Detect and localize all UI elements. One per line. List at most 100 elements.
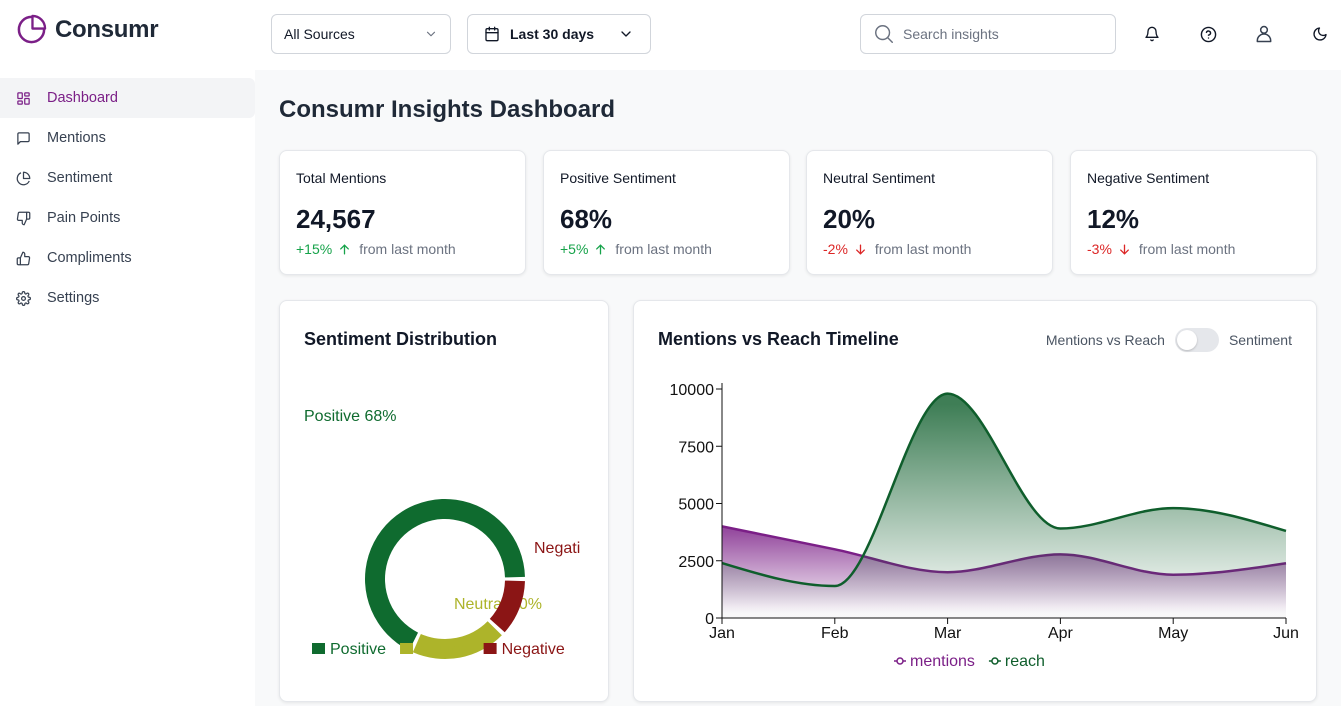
search-box[interactable] xyxy=(860,14,1116,54)
source-filter-value: All Sources xyxy=(284,26,355,42)
y-tick-label: 5000 xyxy=(678,497,714,514)
sidebar-item-label: Compliments xyxy=(47,250,132,266)
sidebar-item-dashboard[interactable]: Dashboard xyxy=(0,78,255,118)
legend-label: Positive xyxy=(330,641,386,658)
moon-icon xyxy=(1313,27,1327,41)
y-tick-label: 7500 xyxy=(678,439,714,456)
stat-value: 24,567 xyxy=(296,204,376,234)
stat-delta: -2% xyxy=(823,241,848,257)
app-name: Consumr xyxy=(55,15,159,43)
main-content: Consumr Insights Dashboard Total Mention… xyxy=(255,70,1341,706)
arrow-down-icon xyxy=(855,244,865,254)
y-tick-label: 2500 xyxy=(678,554,714,571)
notifications-button[interactable] xyxy=(1140,22,1164,46)
x-tick-label: Jan xyxy=(709,625,735,642)
legend-label: mentions xyxy=(910,653,975,670)
legend-swatch xyxy=(483,643,497,654)
arrow-down-icon xyxy=(1119,244,1129,254)
slice-label-positive: Positive 68% xyxy=(304,408,397,425)
mentions-reach-area-chart: 025005000750010000Jan Feb Mar Apr May Junment… xyxy=(670,382,1299,670)
arrow-up-icon xyxy=(596,244,606,254)
gear-icon xyxy=(16,290,31,306)
dashboard-icon xyxy=(17,91,30,105)
stat-change: +5% from last month xyxy=(560,241,712,257)
legend-label: reach xyxy=(1005,653,1045,670)
chevron-down-icon xyxy=(426,31,436,37)
bell-icon xyxy=(1145,26,1159,42)
calendar-icon xyxy=(485,26,499,42)
help-circle-icon xyxy=(1200,26,1216,42)
stat-note: from last month xyxy=(359,241,456,257)
legend-item-negative[interactable]: Negative xyxy=(483,641,565,658)
app-logo[interactable]: Consumr xyxy=(16,14,159,45)
stat-change: -3% from last month xyxy=(1087,241,1235,257)
sidebar-item-pain-points[interactable]: Pain Points xyxy=(0,198,255,238)
legend-item-positive[interactable]: Positive xyxy=(312,641,386,658)
legend-item-mentions[interactable]: mentions xyxy=(894,653,975,670)
sidebar-item-label: Pain Points xyxy=(47,210,121,226)
date-range-select[interactable]: Last 30 days xyxy=(467,14,651,54)
x-tick-label: May xyxy=(1158,625,1188,642)
stat-title: Negative Sentiment xyxy=(1087,170,1210,186)
source-filter-select[interactable]: All Sources xyxy=(271,14,451,54)
legend-marker xyxy=(991,657,999,665)
stat-title: Total Mentions xyxy=(296,170,387,186)
thumbs-up-icon xyxy=(16,251,31,265)
sentiment-donut-chart: Positive 68%Neutral 20%NegatiPositive Neu… xyxy=(304,408,580,659)
slice-label-negative: Negati xyxy=(534,540,580,557)
stat-value: 20% xyxy=(823,204,876,234)
stat-title: Neutral Sentiment xyxy=(823,170,936,186)
stat-note: from last month xyxy=(874,241,972,257)
stat-change: +15% from last month xyxy=(296,241,456,257)
pie-icon xyxy=(16,171,31,185)
stat-delta: -3% xyxy=(1087,241,1112,257)
page-title: Consumr Insights Dashboard xyxy=(279,96,616,123)
legend-label: Negative xyxy=(502,641,565,658)
arrow-up-icon xyxy=(340,244,350,254)
stat-value: 12% xyxy=(1087,204,1140,234)
date-range-value: Last 30 days xyxy=(510,26,595,42)
message-icon xyxy=(17,131,30,145)
x-tick-label: Feb xyxy=(821,625,849,642)
sidebar-item-compliments[interactable]: Compliments xyxy=(0,238,255,278)
stat-title: Positive Sentiment xyxy=(560,170,676,186)
sidebar-item-label: Settings xyxy=(47,290,100,306)
search-input[interactable] xyxy=(903,26,1103,42)
legend-label: Neutral xyxy=(418,641,470,658)
x-tick-label: Jun xyxy=(1273,625,1299,642)
stat-delta: +15% xyxy=(296,241,333,257)
stat-card-total-mentions: Total Mentions 24,567 +15% from last mon… xyxy=(279,150,526,275)
thumbs-down-icon xyxy=(16,211,31,225)
sidebar-item-mentions[interactable]: Mentions xyxy=(0,118,255,158)
chevron-down-icon xyxy=(621,31,631,37)
stat-change: -2% from last month xyxy=(823,241,971,257)
stat-card-neutral-sentiment: Neutral Sentiment 20% -2% from last mont… xyxy=(806,150,1053,275)
stat-value: 68% xyxy=(560,204,613,234)
legend-swatch xyxy=(312,643,325,654)
stat-card-positive-sentiment: Positive Sentiment 68% +5% from last mon… xyxy=(543,150,790,275)
stat-note: from last month xyxy=(1138,241,1236,257)
help-button[interactable] xyxy=(1196,22,1220,46)
stat-card-negative-sentiment: Negative Sentiment 12% -3% from last mon… xyxy=(1070,150,1317,275)
y-tick-label: 10000 xyxy=(670,382,715,399)
mentions-reach-timeline-panel: Mentions vs Reach Timeline Mentions vs R… xyxy=(633,300,1317,702)
top-header: Consumr All Sources Last 30 days xyxy=(0,0,1341,70)
sidebar-item-settings[interactable]: Settings xyxy=(0,278,255,318)
x-tick-label: Mar xyxy=(934,625,962,642)
sidebar: Dashboard Mentions Sentiment Pain Points… xyxy=(0,70,255,706)
sidebar-item-sentiment[interactable]: Sentiment xyxy=(0,158,255,198)
legend-marker xyxy=(896,657,904,665)
legend-item-reach[interactable]: reach xyxy=(988,653,1045,670)
sidebar-item-label: Mentions xyxy=(47,130,106,146)
user-profile-button[interactable] xyxy=(1252,22,1276,46)
stat-note: from last month xyxy=(615,241,712,257)
search-icon xyxy=(875,25,893,43)
legend-item-neutral[interactable]: Neutral xyxy=(400,641,470,658)
x-tick-label: Apr xyxy=(1048,625,1074,642)
stat-delta: +5% xyxy=(560,241,589,257)
legend-swatch xyxy=(400,643,414,654)
sidebar-item-label: Sentiment xyxy=(47,170,113,186)
pie-chart-logo-icon xyxy=(17,14,47,44)
user-icon xyxy=(1256,25,1272,43)
theme-toggle-button[interactable] xyxy=(1308,22,1332,46)
